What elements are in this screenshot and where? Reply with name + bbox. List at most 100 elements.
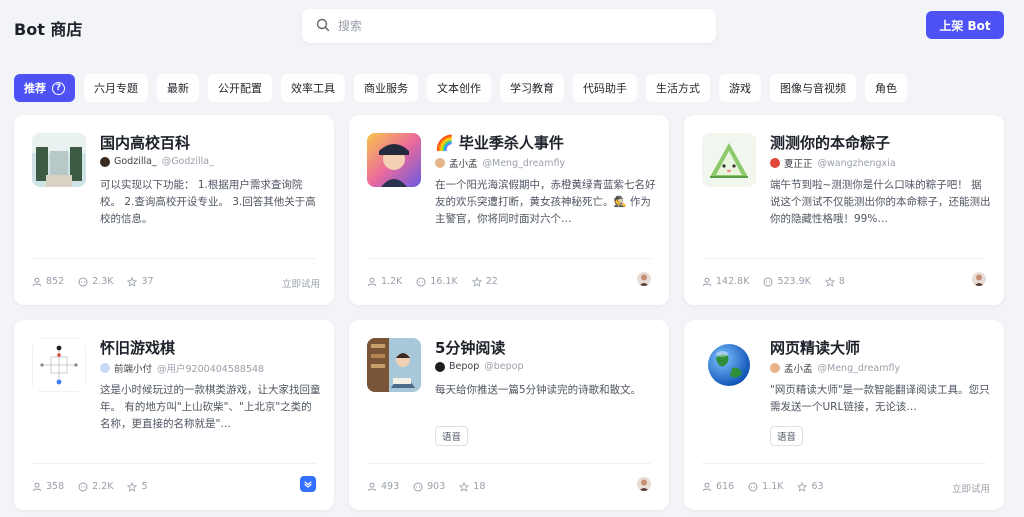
users-count: 1.2K (381, 276, 403, 287)
bot-description: 端午节到啦~测测你是什么口味的粽子吧！ 据说这个测试不仅能测出你的本命粽子，还能… (770, 179, 991, 225)
author-name: 孟小孟 (449, 159, 478, 170)
bot-card[interactable]: 5分钟阅读 Bepop @bepop 每天给你推送一篇5分钟读完的诗歌和散文。 … (349, 320, 669, 510)
author-handle: @Godzilla_ (161, 156, 214, 167)
author[interactable]: Bepop @bepop (435, 361, 524, 372)
search-bar[interactable] (302, 9, 716, 43)
stars-count: 37 (141, 276, 154, 287)
tab-productivity[interactable]: 效率工具 (281, 74, 345, 102)
author[interactable]: 前端小付 @用户9200404588548 (100, 361, 264, 375)
creator-avatar[interactable] (637, 477, 651, 491)
chat-icon (78, 482, 88, 491)
star-icon (127, 276, 138, 287)
bot-card[interactable]: 测测你的本命粽子 夏正正 @wangzhengxia 端午节到啦~测测你是什么口… (684, 115, 1004, 305)
page-title: Bot 商店 (14, 20, 83, 39)
chats-count: 1.1K (762, 481, 784, 492)
tab-games[interactable]: 游戏 (719, 74, 761, 102)
bot-avatar (32, 133, 86, 187)
star-icon (471, 276, 482, 287)
users-icon (702, 277, 712, 286)
tab-roles[interactable]: 角色 (865, 74, 907, 102)
bot-card[interactable]: 怀旧游戏棋 前端小付 @用户9200404588548 这是小时候玩过的一款棋类… (14, 320, 334, 510)
bot-card[interactable]: 网页精读大师 孟小孟 @Meng_dreamfly "网页精读大师"是一款智能翻… (684, 320, 1004, 510)
author-name: 前端小付 (114, 364, 153, 375)
author-avatar (100, 363, 110, 373)
voice-tag: 语音 (435, 426, 469, 446)
stars-count: 22 (485, 276, 498, 287)
creator-avatar[interactable] (637, 272, 651, 286)
stars-count: 63 (811, 481, 824, 492)
users-count: 616 (716, 481, 735, 492)
help-icon[interactable]: ? (52, 81, 65, 95)
search-input[interactable] (338, 19, 698, 33)
author-handle: @Meng_dreamfly (817, 362, 901, 374)
creator-avatar[interactable] (972, 272, 986, 286)
divider (702, 463, 986, 464)
tab-june-special[interactable]: 六月专题 (84, 74, 148, 102)
star-icon (459, 481, 470, 492)
users-count: 852 (46, 276, 65, 287)
users-count: 142.8K (716, 276, 750, 287)
chat-icon (416, 277, 426, 286)
author-avatar (435, 158, 445, 168)
tab-public-config[interactable]: 公开配置 (208, 74, 272, 102)
bot-stats: 358 2.2K 5 (32, 481, 148, 492)
bot-card[interactable]: 国内高校百科 Godzilla_ @Godzilla_ 可以实现以下功能： 1.… (14, 115, 334, 305)
author-avatar (770, 363, 780, 373)
bot-description: "网页精读大师"是一款智能翻译阅读工具。您只需发送一个URL链接，无论该… (770, 384, 990, 413)
divider (32, 463, 316, 464)
tab-recommend[interactable]: 推荐 ? (14, 74, 75, 102)
bot-name: 测测你的本命粽子 (770, 134, 891, 152)
tab-business[interactable]: 商业服务 (354, 74, 418, 102)
author[interactable]: 夏正正 @wangzhengxia (770, 156, 896, 170)
bot-avatar (702, 133, 756, 187)
tab-lifestyle[interactable]: 生活方式 (646, 74, 710, 102)
author-name: 夏正正 (784, 159, 813, 170)
stars-count: 5 (141, 481, 148, 492)
bot-name: 怀旧游戏棋 (100, 339, 176, 357)
stars-count: 18 (473, 481, 486, 492)
author-name: 孟小孟 (784, 364, 813, 375)
users-count: 358 (46, 481, 65, 492)
bot-avatar (367, 133, 421, 187)
star-icon (824, 276, 835, 287)
tab-code[interactable]: 代码助手 (573, 74, 637, 102)
bot-description: 可以实现以下功能： 1.根据用户需求查询院校。 2.查询高校开设专业。 3.回答… (100, 179, 316, 225)
bot-card[interactable]: 🌈 毕业季杀人事件 孟小孟 @Meng_dreamfly 在一个阳光海滨假期中，… (349, 115, 669, 305)
bot-avatar (367, 338, 421, 392)
bot-name: 国内高校百科 (100, 134, 191, 152)
try-now-link[interactable]: 立即试用 (282, 276, 320, 290)
bot-stats: 852 2.3K 37 (32, 276, 154, 287)
bot-name: 5分钟阅读 (435, 339, 506, 357)
chats-count: 523.9K (777, 276, 811, 287)
tab-latest[interactable]: 最新 (157, 74, 199, 102)
bot-stats: 493 903 18 (367, 481, 485, 492)
users-icon (32, 277, 42, 286)
author[interactable]: Godzilla_ @Godzilla_ (100, 156, 214, 167)
chat-icon (413, 482, 423, 491)
bot-name: 网页精读大师 (770, 339, 861, 357)
search-icon (316, 17, 330, 36)
users-count: 493 (381, 481, 400, 492)
divider (367, 258, 651, 259)
tab-media[interactable]: 图像与音视频 (770, 74, 856, 102)
bot-stats: 1.2K 16.1K 22 (367, 276, 498, 287)
chats-count: 2.2K (92, 481, 114, 492)
verified-badge-icon (300, 476, 316, 492)
users-icon (367, 277, 377, 286)
try-now-link[interactable]: 立即试用 (952, 481, 990, 495)
chats-count: 16.1K (430, 276, 458, 287)
tab-education[interactable]: 学习教育 (500, 74, 564, 102)
bot-avatar (702, 338, 756, 392)
bot-avatar (32, 338, 86, 392)
tab-writing[interactable]: 文本创作 (427, 74, 491, 102)
publish-bot-button[interactable]: 上架 Bot (926, 11, 1004, 39)
author[interactable]: 孟小孟 @Meng_dreamfly (435, 156, 565, 170)
author-avatar (770, 158, 780, 168)
star-icon (797, 481, 808, 492)
bot-name: 🌈 毕业季杀人事件 (435, 134, 564, 152)
users-icon (367, 482, 377, 491)
author[interactable]: 孟小孟 @Meng_dreamfly (770, 361, 900, 375)
bot-description: 在一个阳光海滨假期中，赤橙黄绿青蓝紫七名好友的欢乐突遭打断，黄女孩神秘死亡。🕵️… (435, 179, 656, 225)
author-handle: @用户9200404588548 (157, 364, 265, 375)
chat-icon (748, 482, 758, 491)
